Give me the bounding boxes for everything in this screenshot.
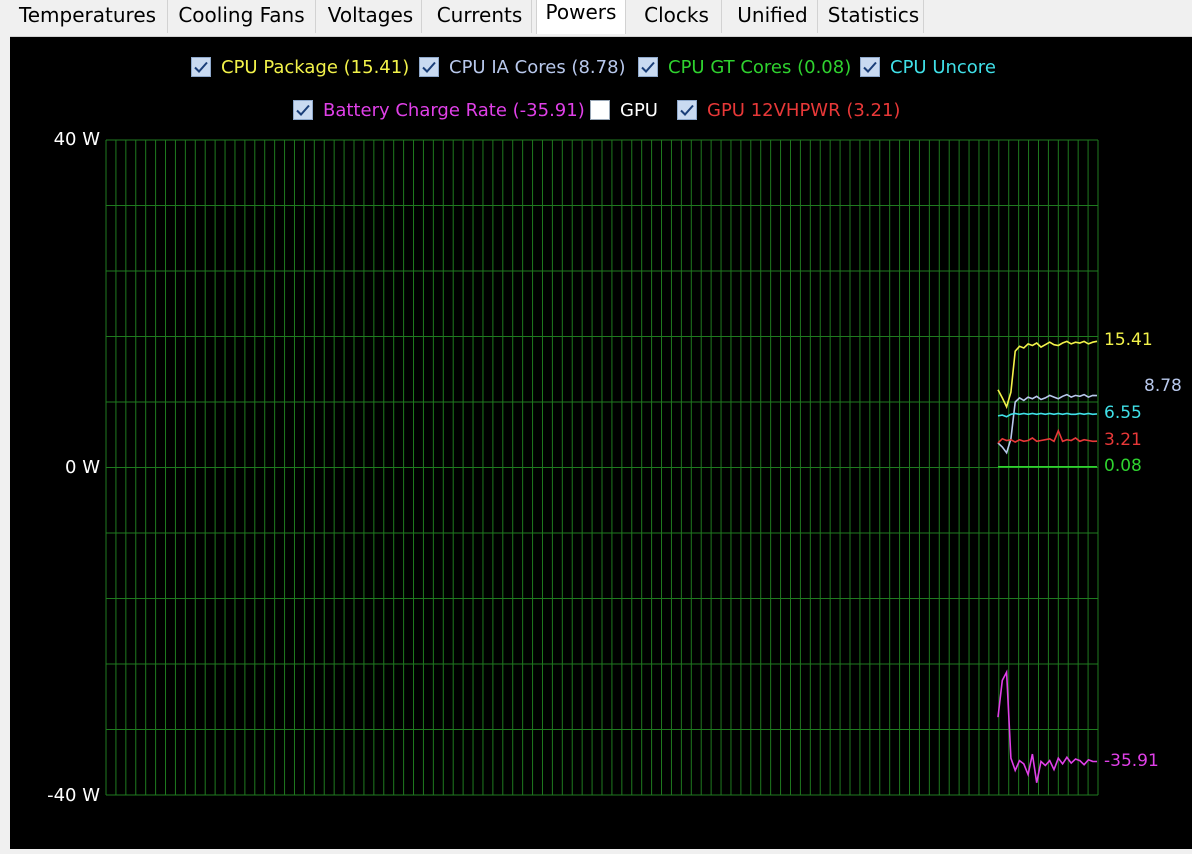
tab-powers[interactable]: Powers xyxy=(536,0,626,34)
tab-temperatures[interactable]: Temperatures xyxy=(8,0,168,33)
series-line-cpu-ia-cores xyxy=(997,393,1098,455)
tab-voltages[interactable]: Voltages xyxy=(320,0,422,33)
series-value-label: -35.91 xyxy=(1104,750,1159,771)
series-value-label: 15.41 xyxy=(1104,330,1153,351)
series-line-battery-charge-rate xyxy=(997,669,1098,783)
tab-statistics[interactable]: Statistics xyxy=(824,0,924,33)
tab-unified[interactable]: Unified xyxy=(728,0,818,33)
series-value-label: 3.21 xyxy=(1104,430,1142,451)
tab-clocks[interactable]: Clocks xyxy=(632,0,722,33)
series-value-label: 8.78 xyxy=(1144,375,1182,396)
series-line-gpu-12vhpwr xyxy=(997,428,1098,444)
power-chart xyxy=(105,139,1099,796)
tab-cooling-fans[interactable]: Cooling Fans xyxy=(168,0,316,33)
tab-bar: Temperatures Cooling Fans Voltages Currents… xyxy=(0,0,1192,34)
chart-panel: CPU Package (15.41) CPU IA Cores (8.78) CP… xyxy=(10,36,1192,849)
series-value-label: 6.55 xyxy=(1104,402,1142,423)
series-value-label: 0.08 xyxy=(1104,455,1142,476)
tab-currents[interactable]: Currents xyxy=(428,0,532,33)
